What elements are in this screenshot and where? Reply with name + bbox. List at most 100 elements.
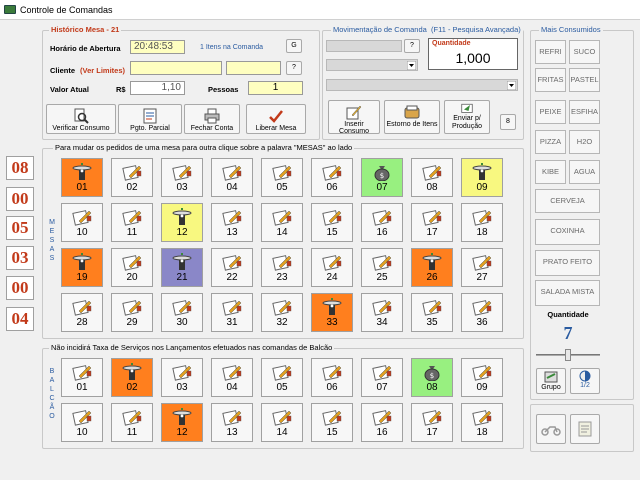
mesa-tile-11[interactable]: 11 xyxy=(111,203,153,242)
mesa-tile-29[interactable]: 29 xyxy=(111,293,153,332)
motorcycle-icon xyxy=(541,426,561,436)
consumido-pizza-button[interactable]: PIZZA xyxy=(535,130,566,154)
ver-limites-link[interactable]: (Ver Limites) xyxy=(80,66,125,75)
estorno-itens-button[interactable]: Estorno de Itens xyxy=(384,100,440,134)
note-pencil-icon xyxy=(322,210,342,226)
mesa-tile-06[interactable]: 06 xyxy=(311,158,353,197)
motorcycle-button[interactable] xyxy=(536,414,566,444)
consumido-coxinha-button[interactable]: COXINHA xyxy=(535,219,600,245)
mesa-tile-02[interactable]: 02 xyxy=(111,158,153,197)
mesas-vertical-label[interactable]: MESAS xyxy=(48,218,56,263)
mesa-tile-30[interactable]: 30 xyxy=(161,293,203,332)
inserir-consumo-button[interactable]: Inserir Consumo xyxy=(328,100,380,135)
balcao-tile-05[interactable]: 05 xyxy=(261,358,303,397)
balcao-tile-01[interactable]: 01 xyxy=(61,358,103,397)
mesa-tile-05[interactable]: 05 xyxy=(261,158,303,197)
balcao-tile-08[interactable]: $08 xyxy=(411,358,453,397)
mesa-tile-26[interactable]: 26 xyxy=(411,248,453,287)
cliente-extra-input[interactable] xyxy=(226,61,281,75)
consumido-pastel-button[interactable]: PASTEL xyxy=(569,68,600,92)
mesa-tile-24[interactable]: 24 xyxy=(311,248,353,287)
observacao-select[interactable] xyxy=(326,79,518,91)
consumido-refri-button[interactable]: REFRI xyxy=(535,40,566,64)
scroll-button[interactable] xyxy=(570,414,600,444)
mesa-tile-09[interactable]: 09 xyxy=(461,158,503,197)
movimentacao-legend: Movimentação de Comanda xyxy=(331,25,429,34)
enviar-producao-button[interactable]: Enviar p/ Produção xyxy=(444,100,490,134)
mesa-tile-22[interactable]: 22 xyxy=(211,248,253,287)
mesa-tile-12[interactable]: 12 xyxy=(161,203,203,242)
cliente-input[interactable] xyxy=(130,61,222,75)
g-button[interactable]: G xyxy=(286,39,302,53)
consumido-peixe-button[interactable]: PEIXE xyxy=(535,100,566,124)
mesa-tile-01[interactable]: 01 xyxy=(61,158,103,197)
balcao-tile-14[interactable]: 14 xyxy=(261,403,303,442)
consumido-salada-mista-button[interactable]: SALADA MISTA xyxy=(535,280,600,306)
balcao-tile-03[interactable]: 03 xyxy=(161,358,203,397)
mesa-tile-33[interactable]: 33 xyxy=(311,293,353,332)
mesa-number: 35 xyxy=(426,317,438,328)
balcao-tile-16[interactable]: 16 xyxy=(361,403,403,442)
eight-button[interactable]: 8 xyxy=(500,114,516,130)
balcao-tile-18[interactable]: 18 xyxy=(461,403,503,442)
consumido-suco-button[interactable]: SUCO xyxy=(569,40,600,64)
mesa-tile-17[interactable]: 17 xyxy=(411,203,453,242)
consumido-prato-feito-button[interactable]: PRATO FEITO xyxy=(535,250,600,276)
balcao-tile-11[interactable]: 11 xyxy=(111,403,153,442)
slider-thumb[interactable] xyxy=(565,349,571,361)
produto-code-field[interactable] xyxy=(326,40,402,52)
mesa-tile-20[interactable]: 20 xyxy=(111,248,153,287)
balcao-tile-02[interactable]: 02 xyxy=(111,358,153,397)
mesa-tile-10[interactable]: 10 xyxy=(61,203,103,242)
mesa-tile-07[interactable]: $07 xyxy=(361,158,403,197)
mesa-tile-34[interactable]: 34 xyxy=(361,293,403,332)
mesa-tile-19[interactable]: 19 xyxy=(61,248,103,287)
balcao-tile-10[interactable]: 10 xyxy=(61,403,103,442)
balcao-tile-17[interactable]: 17 xyxy=(411,403,453,442)
balcao-legend: Não incidirá Taxa de Serviços nos Lançam… xyxy=(49,343,335,352)
balcao-tile-15[interactable]: 15 xyxy=(311,403,353,442)
balcao-tile-04[interactable]: 04 xyxy=(211,358,253,397)
mesa-tile-23[interactable]: 23 xyxy=(261,248,303,287)
liberar-mesa-button[interactable]: Liberar Mesa xyxy=(246,104,306,134)
cliente-help-button[interactable]: ? xyxy=(286,61,302,75)
balcao-tile-12[interactable]: 12 xyxy=(161,403,203,442)
mesa-tile-35[interactable]: 35 xyxy=(411,293,453,332)
mesa-tile-14[interactable]: 14 xyxy=(261,203,303,242)
consumido-cerveja-button[interactable]: CERVEJA xyxy=(535,189,600,213)
mesa-tile-16[interactable]: 16 xyxy=(361,203,403,242)
balcao-tile-09[interactable]: 09 xyxy=(461,358,503,397)
mesa-tile-18[interactable]: 18 xyxy=(461,203,503,242)
grupo-button[interactable]: Grupo xyxy=(536,368,566,394)
balcao-tile-06[interactable]: 06 xyxy=(311,358,353,397)
consumido-fritas-button[interactable]: FRITAS xyxy=(535,68,566,92)
quantidade-slider[interactable] xyxy=(536,349,600,361)
consumido-h2o-button[interactable]: H2O xyxy=(569,130,600,154)
mesa-tile-08[interactable]: 08 xyxy=(411,158,453,197)
mesa-tile-21[interactable]: 21 xyxy=(161,248,203,287)
mesa-tile-15[interactable]: 15 xyxy=(311,203,353,242)
mesa-tile-32[interactable]: 32 xyxy=(261,293,303,332)
note-pencil-icon xyxy=(122,210,142,226)
produto-help-button[interactable]: ? xyxy=(404,39,420,53)
mesa-tile-31[interactable]: 31 xyxy=(211,293,253,332)
pessoas-field[interactable]: 1 xyxy=(248,81,303,95)
fechar-conta-button[interactable]: Fechar Conta xyxy=(184,104,240,134)
mesa-tile-27[interactable]: 27 xyxy=(461,248,503,287)
balcao-tile-07[interactable]: 07 xyxy=(361,358,403,397)
half-button[interactable]: 1/2 xyxy=(570,368,600,394)
quantidade-box[interactable]: Quantidade 1,000 xyxy=(428,38,518,70)
consumido-agua-button[interactable]: AGUA xyxy=(569,160,600,184)
consumido-esfiha-button[interactable]: ESFIHA xyxy=(569,100,600,124)
mesa-tile-13[interactable]: 13 xyxy=(211,203,253,242)
balcao-tile-13[interactable]: 13 xyxy=(211,403,253,442)
mesa-tile-36[interactable]: 36 xyxy=(461,293,503,332)
mesa-tile-25[interactable]: 25 xyxy=(361,248,403,287)
verificar-consumo-button[interactable]: Verificar Consumo xyxy=(46,104,116,134)
consumido-kibe-button[interactable]: KIBE xyxy=(535,160,566,184)
produto-select[interactable] xyxy=(326,59,418,71)
mesa-tile-03[interactable]: 03 xyxy=(161,158,203,197)
mesa-tile-28[interactable]: 28 xyxy=(61,293,103,332)
mesa-tile-04[interactable]: 04 xyxy=(211,158,253,197)
pgto-parcial-button[interactable]: Pgto. Parcial xyxy=(118,104,182,134)
